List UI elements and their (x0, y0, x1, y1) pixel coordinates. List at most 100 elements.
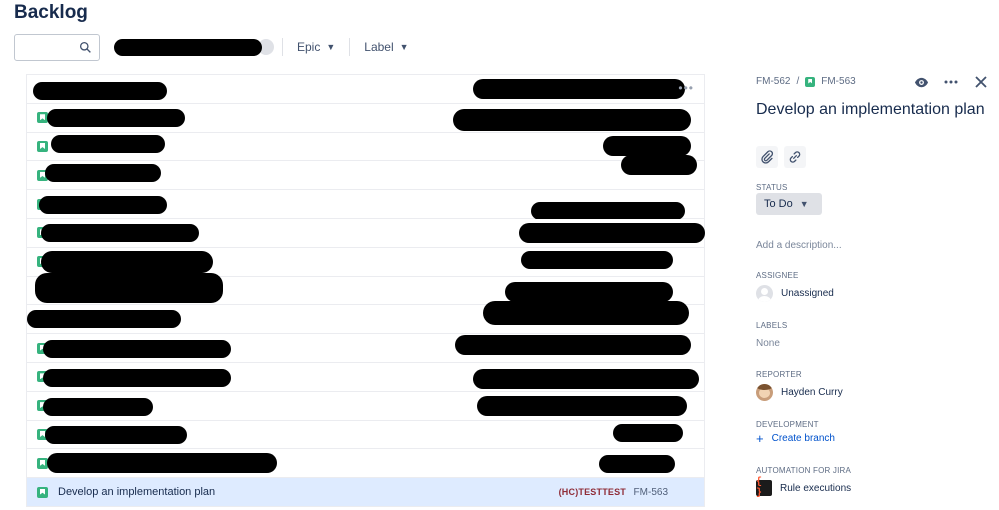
redaction-mark (43, 397, 153, 416)
issue-row[interactable] (27, 391, 704, 421)
search-box[interactable] (14, 33, 100, 61)
redaction-mark (505, 281, 673, 302)
redaction-mark (599, 455, 675, 474)
page-title: Backlog (14, 2, 88, 23)
automation-icon: { } (756, 477, 772, 499)
create-branch-link[interactable]: + Create branch (756, 430, 835, 446)
create-branch-label: Create branch (771, 433, 835, 444)
close-icon (975, 76, 987, 88)
epic-filter-label: Epic (297, 40, 321, 54)
label-filter[interactable]: Label ▼ (360, 36, 412, 58)
redaction-mark (39, 196, 167, 215)
quick-actions (756, 146, 806, 168)
description-field[interactable]: Add a description... (756, 240, 842, 251)
redaction-mark (603, 135, 691, 156)
redaction-mark (521, 250, 673, 269)
redaction-mark (531, 202, 685, 221)
redaction-mark (35, 272, 223, 303)
labels-label: LABELS (756, 321, 788, 330)
issue-row[interactable] (27, 190, 704, 221)
redaction-mark (43, 368, 231, 387)
epic-lozenge[interactable]: (HC)TESTTEST (559, 487, 626, 497)
reporter-field[interactable]: Hayden Curry (756, 384, 843, 401)
avatar-group[interactable] (112, 35, 276, 59)
development-label: DEVELOPMENT (756, 420, 819, 429)
issue-row[interactable] (27, 301, 704, 335)
issue-row[interactable] (27, 218, 705, 248)
assignee-label: ASSIGNEE (756, 271, 799, 280)
paperclip-icon (761, 150, 774, 164)
link-issue-button[interactable] (784, 146, 806, 168)
search-input[interactable] (15, 34, 79, 60)
more-icon (944, 80, 958, 84)
epic-filter[interactable]: Epic ▼ (293, 36, 339, 58)
redaction-mark (45, 164, 161, 183)
backlog-issue-list: ••• Develop an implementation plan (HC)T… (26, 74, 705, 507)
breadcrumb: FM-562 / FM-563 (756, 76, 856, 87)
breadcrumb-parent[interactable]: FM-562 (756, 76, 790, 87)
story-icon (37, 140, 48, 152)
assignee-value: Unassigned (781, 288, 834, 299)
story-icon (805, 76, 816, 87)
attach-button[interactable] (756, 146, 778, 168)
redaction-mark (41, 223, 199, 242)
avatar (756, 285, 773, 302)
search-icon (79, 41, 91, 53)
story-icon (37, 486, 48, 498)
eye-icon (914, 77, 928, 87)
chevron-down-icon: ▼ (326, 42, 336, 52)
issue-key[interactable]: FM-563 (634, 487, 668, 498)
issue-row[interactable] (27, 334, 704, 363)
redaction-mark (453, 108, 691, 131)
status-dropdown[interactable]: To Do ▼ (756, 193, 822, 215)
chevron-down-icon: ▼ (799, 199, 809, 209)
issue-detail-panel: FM-562 / FM-563 Develop an implementatio… (740, 70, 999, 510)
issue-row[interactable] (27, 420, 704, 450)
link-icon (789, 151, 801, 163)
redaction-mark (45, 425, 187, 444)
reporter-label: REPORTER (756, 370, 802, 379)
toolbar-divider (349, 38, 351, 56)
issue-row[interactable] (27, 155, 704, 191)
redaction-mark (27, 310, 181, 329)
redaction-mark (43, 340, 231, 359)
issue-row[interactable] (27, 103, 704, 133)
redaction-mark (51, 134, 165, 153)
redaction-mark (473, 368, 699, 389)
watch-button[interactable] (913, 74, 929, 90)
more-icon[interactable]: ••• (678, 81, 694, 95)
breadcrumb-current[interactable]: FM-563 (821, 76, 855, 87)
redaction-mark (455, 335, 691, 356)
close-button[interactable] (973, 74, 989, 90)
labels-field[interactable]: None (756, 338, 780, 349)
rule-executions-link[interactable]: { } Rule executions (756, 477, 851, 499)
redaction-mark (114, 39, 262, 56)
plus-icon: + (756, 430, 764, 446)
status-value: To Do (764, 198, 793, 210)
breadcrumb-separator: / (796, 76, 800, 87)
issue-summary: Develop an implementation plan (58, 486, 216, 499)
panel-actions (913, 74, 989, 90)
issue-row[interactable] (27, 449, 704, 479)
issue-title[interactable]: Develop an implementation plan (756, 100, 986, 120)
backlog-toolbar: Epic ▼ Label ▼ (14, 33, 413, 61)
redaction-mark (519, 222, 705, 243)
issue-row[interactable] (27, 362, 704, 392)
redaction-mark (41, 250, 213, 273)
status-label: STATUS (756, 183, 788, 192)
issue-row[interactable]: ••• (27, 75, 704, 104)
redaction-mark (473, 79, 685, 99)
avatar (756, 384, 773, 401)
toolbar-divider (282, 38, 283, 56)
issue-row[interactable] (27, 132, 704, 162)
redaction-mark (47, 453, 277, 474)
redaction-mark (621, 155, 697, 176)
redaction-mark (477, 395, 687, 416)
assignee-field[interactable]: Unassigned (756, 285, 834, 302)
label-filter-label: Label (364, 40, 394, 54)
reporter-value: Hayden Curry (781, 387, 843, 398)
issue-row-selected[interactable]: Develop an implementation plan (HC)TESTT… (27, 478, 704, 507)
redaction-mark (33, 82, 167, 100)
redaction-mark (613, 423, 683, 442)
more-actions-button[interactable] (943, 74, 959, 90)
